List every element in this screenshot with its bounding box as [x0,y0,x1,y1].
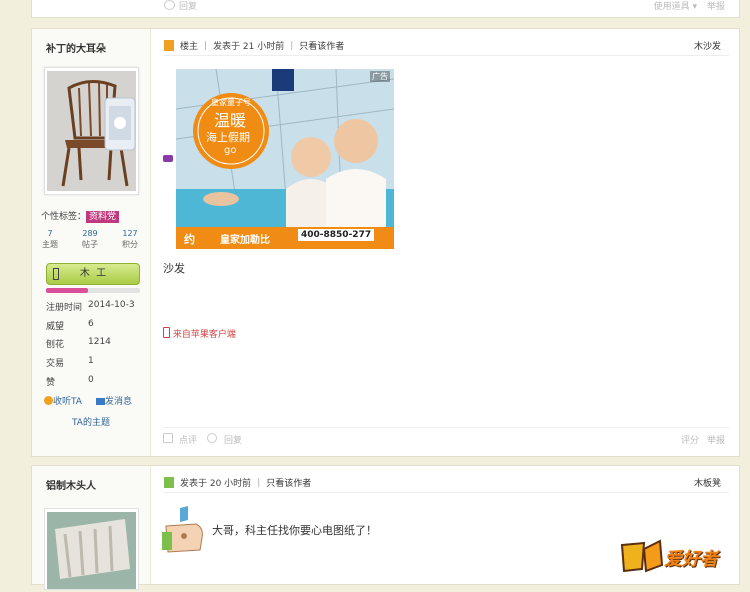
info-likes: 赞0 [46,375,94,388]
post-header-2: 发表于 20 小时前 | 只看该作者 木板凳 [164,475,729,493]
user-topics-link[interactable]: TA的主题 [72,415,110,428]
rank-badge: 木 工 [46,263,140,285]
reply-link[interactable]: 回复 [224,433,242,446]
ad-cta-brand: 皇家加勒比 [220,235,270,246]
source-text: 来自苹果客户端 [172,330,236,340]
author-name-2[interactable]: 铝制木头人 [46,477,96,492]
rank-progress-fill [46,288,89,293]
previous-post-footer: 回复 使用道具 ▾ 举报 [31,0,740,18]
use-tools-menu[interactable]: 使用道具 ▾ [654,0,697,12]
author-sidebar: 补丁的大耳朵 个性标签：资料党 7主题 289帖子 127积分 木 工 [32,29,151,456]
source-line[interactable]: 来自苹果客户端 [163,327,236,340]
rate-icon [163,433,173,443]
reply-icon[interactable] [164,0,175,10]
ad-phone: 400-8850-277 [298,229,375,241]
post-time-2: 发表于 20 小时前 [180,479,252,489]
post-content: 楼主 | 发表于 21 小时前 | 只看该作者 木沙发 广告 皇家量子号 温暖 … [152,29,739,456]
avatar-2[interactable] [44,508,139,590]
follow-icon [44,396,53,405]
stat-credits[interactable]: 127 积分 [122,228,138,250]
personal-tag: 个性标签： 资料党 [41,209,120,223]
avatar[interactable] [44,67,139,195]
ad-banner[interactable]: 广告 皇家量子号 温暖 海上假期 go 约 皇家加勒比 400-8850-277 [176,69,394,249]
ad-tag: 广告 [370,71,390,82]
envelope-icon [96,398,105,405]
ad-cta-prefix: 约 [184,233,195,246]
thumb-emoticon-icon [162,506,206,554]
avatar-image [47,71,136,191]
ad-marker-icon [163,155,173,162]
only-author-link[interactable]: 只看该作者 [299,39,344,52]
tag-badge[interactable]: 资料党 [86,211,120,223]
follow-link[interactable]: 收听TA [44,394,82,407]
info-trades: 交易 1 [46,356,94,369]
reply-icon [207,433,217,443]
post-footer: 点评 回复 评分 举报 [163,427,729,448]
previous-report-link[interactable]: 举报 [707,0,725,12]
phone-icon [163,327,170,338]
post-floor-1: 补丁的大耳朵 个性标签：资料党 7主题 289帖子 127积分 木 工 [31,28,740,457]
avatar-image-2 [47,512,136,589]
floor-owner-label: 楼主 [180,42,199,52]
previous-reply-link[interactable]: 回复 [179,0,197,12]
rank-label: 木 工 [79,268,107,279]
floor-name-2[interactable]: 木板凳 [694,476,721,489]
ad-go: go [224,145,237,156]
floor-owner-icon [164,40,174,51]
previous-post-main: 回复 使用道具 ▾ 举报 [152,0,739,17]
post-body-2: 大哥，科主任找你要心电图纸了！ [212,524,377,537]
site-watermark-logo: 爱好者 [618,535,742,575]
user-icon [164,477,174,488]
rank-progress-bar [46,288,140,293]
post-time: 发表于 21 小时前 [213,42,285,52]
stat-topics[interactable]: 7 主题 [42,228,58,250]
post-header: 楼主 | 发表于 21 小时前 | 只看该作者 木沙发 [164,38,729,56]
report-link[interactable]: 举报 [707,433,725,446]
author-sidebar-2: 铝制木头人 [32,466,151,590]
ad-headline-1: 温暖 [214,111,247,130]
ad-headline-2: 海上假期 [206,131,250,144]
watermark-text: 爱好者 [664,549,718,570]
score-link[interactable]: 评分 [681,433,699,446]
info-shavings: 刨花 1214 [46,337,111,350]
info-reg-time: 注册时间 2014-10-3 [46,300,135,313]
rate-link[interactable]: 点评 [179,433,197,446]
info-prestige: 威望 6 [46,319,94,332]
rank-icon [53,268,59,280]
stat-posts[interactable]: 289 帖子 [82,228,98,250]
post-body: 沙发 [163,262,185,275]
floor-name[interactable]: 木沙发 [694,39,721,52]
only-author-link-2[interactable]: 只看该作者 [266,476,311,489]
user-stats: 7 主题 289 帖子 127 积分 [42,228,138,250]
message-link[interactable]: 发消息 [96,394,132,407]
author-name[interactable]: 补丁的大耳朵 [46,40,106,55]
tag-label: 个性标签： [41,212,87,222]
ad-image [176,69,394,249]
